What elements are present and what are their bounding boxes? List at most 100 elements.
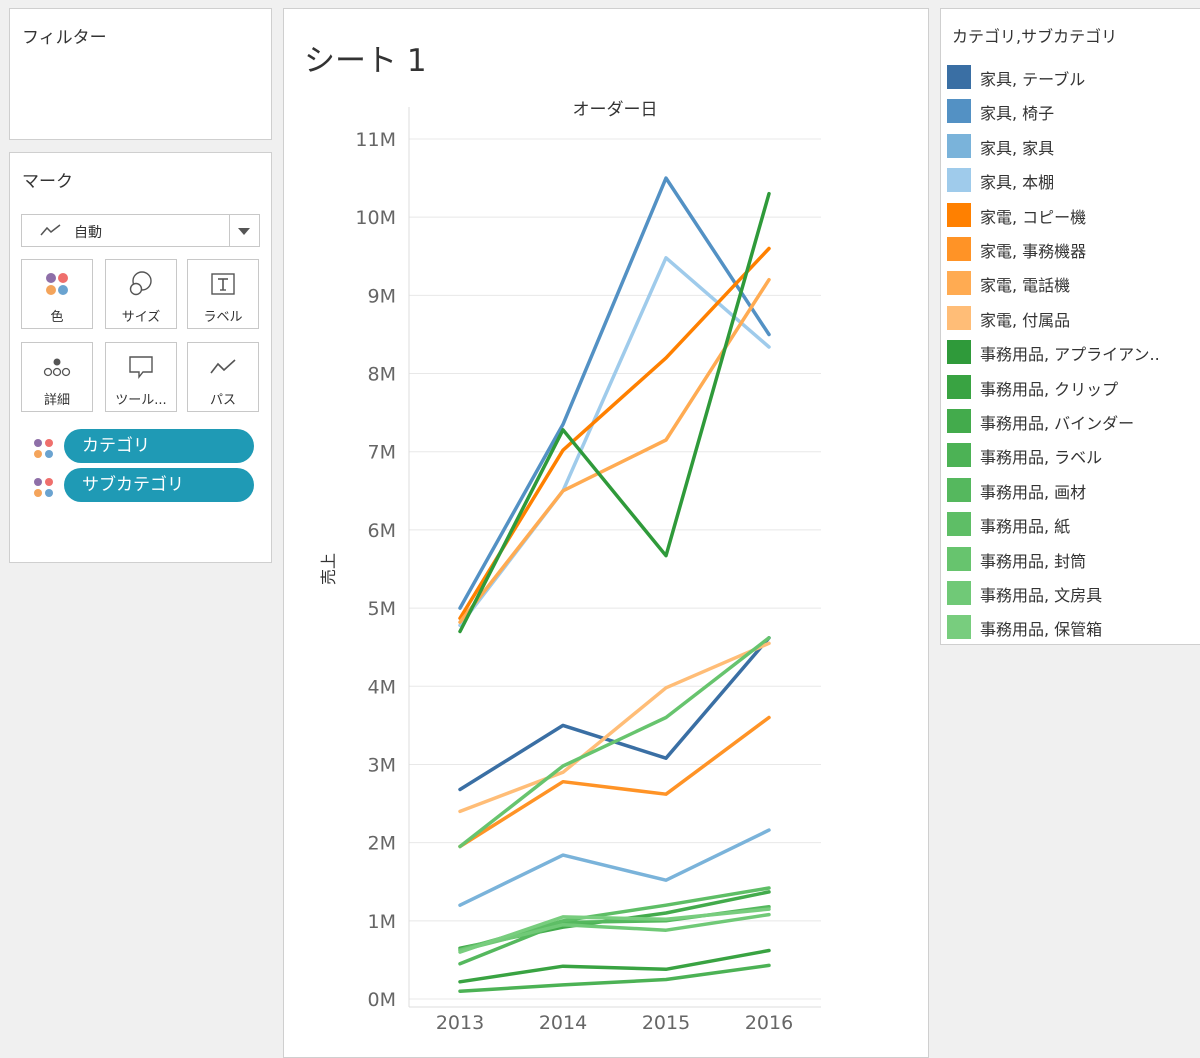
legend-label: 家電, 事務機器 (980, 242, 1087, 261)
legend-item[interactable]: 家電, 事務機器 (947, 234, 1200, 264)
chart-header: オーダー日 (573, 100, 658, 120)
category-pill[interactable]: カテゴリ (64, 429, 254, 463)
y-tick-label: 11M (355, 129, 396, 151)
legend-item[interactable]: 事務用品, 封筒 (947, 544, 1200, 574)
legend-swatch (947, 168, 971, 193)
legend-item[interactable]: 事務用品, クリップ (947, 372, 1200, 402)
legend-swatch (947, 202, 971, 227)
legend-swatch (947, 65, 971, 89)
mark-type-label: 自動 (74, 225, 102, 241)
legend-swatch (947, 546, 971, 571)
y-tick-label: 7M (368, 442, 396, 464)
legend-item[interactable]: 事務用品, アプライアン.. (947, 337, 1200, 367)
filters-title: フィルター (22, 28, 107, 48)
series-line (458, 715, 771, 849)
series-line (458, 256, 771, 628)
color-label: 色 (50, 310, 64, 325)
size-button[interactable]: サイズ (105, 259, 177, 329)
legend-item[interactable]: 家具, テーブル (947, 62, 1200, 92)
legend-item[interactable]: 事務用品, 紙 (947, 509, 1200, 539)
legend-panel: カテゴリ,サブカテゴリ 家具, テーブル 家具, 椅子 家具, 家具 家具, 本棚 家電… (940, 8, 1200, 645)
legend-item[interactable]: 事務用品, 画材 (947, 475, 1200, 505)
legend-swatch (947, 340, 971, 365)
marks-title: マーク (22, 172, 73, 192)
chevron-down-icon[interactable] (237, 226, 251, 236)
x-tick-label: 2013 (436, 1012, 484, 1034)
label-label: ラベル (203, 310, 243, 325)
series-line (458, 641, 771, 814)
legend-label: 事務用品, バインダー (980, 414, 1135, 433)
y-tick-label: 2M (368, 833, 396, 855)
detail-icon (43, 358, 71, 377)
legend-item[interactable]: 家電, コピー機 (947, 200, 1200, 230)
legend-label: 事務用品, クリップ (980, 379, 1119, 399)
x-tick-label: 2014 (539, 1012, 587, 1034)
legend-label: 家具, 家具 (980, 138, 1055, 158)
legend-item[interactable]: 家電, 付属品 (947, 303, 1200, 333)
tooltip-button[interactable]: ツール... (105, 342, 177, 412)
legend-label: 家電, コピー機 (980, 207, 1087, 227)
legend-label: 事務用品, 画材 (980, 482, 1087, 502)
legend-swatch (947, 512, 971, 537)
series-line (458, 277, 771, 624)
series-line (458, 948, 771, 984)
y-tick-label: 3M (368, 754, 396, 776)
color-icon (34, 439, 53, 458)
legend-item[interactable]: 事務用品, バインダー (947, 406, 1200, 436)
detail-label: 詳細 (43, 393, 70, 408)
legend-swatch (947, 581, 971, 605)
y-axis-label: 売上 (319, 553, 338, 585)
legend-label: 事務用品, 封筒 (980, 551, 1087, 571)
legend-label: 事務用品, 紙 (980, 517, 1071, 537)
legend-item[interactable]: 事務用品, 文房具 (947, 578, 1200, 608)
subcategory-pill[interactable]: サブカテゴリ (64, 468, 254, 502)
size-icon (129, 271, 152, 296)
legend-label: 家電, 電話機 (980, 276, 1071, 296)
legend-swatch (947, 477, 971, 502)
color-icon (34, 478, 53, 497)
x-tick-label: 2016 (745, 1012, 793, 1034)
label-button[interactable]: ラベル (187, 259, 259, 329)
legend-swatch (947, 271, 971, 296)
legend-label: 家電, 付属品 (980, 310, 1071, 330)
legend-label: 家具, 本棚 (980, 173, 1055, 193)
detail-button[interactable]: 詳細 (21, 342, 93, 412)
y-tick-label: 1M (368, 911, 396, 933)
legend-item[interactable]: 家電, 電話機 (947, 268, 1200, 298)
legend-item[interactable]: 事務用品, 保管箱 (947, 612, 1200, 642)
filters-panel[interactable]: フィルター (9, 8, 272, 140)
series-line (458, 828, 771, 907)
color-icon (46, 273, 68, 295)
marks-panel: マーク 自動 色 サイズ ラベル 詳細 ツール... パス カテゴリ サブカテゴ… (9, 152, 272, 563)
color-button[interactable]: 色 (21, 259, 93, 329)
path-icon (210, 359, 236, 374)
legend-item[interactable]: 家具, 椅子 (947, 96, 1200, 126)
path-button[interactable]: パス (187, 342, 259, 412)
legend-swatch (947, 615, 971, 640)
y-tick-label: 4M (368, 676, 396, 698)
legend-label: 事務用品, 文房具 (980, 586, 1103, 605)
legend-swatch (947, 99, 971, 124)
legend-title: カテゴリ,サブカテゴリ (952, 27, 1118, 46)
y-tick-label: 9M (368, 285, 396, 307)
line-mark-icon (40, 224, 61, 236)
legend-swatch (947, 374, 971, 399)
size-label: サイズ (121, 310, 161, 325)
legend-swatch (947, 305, 971, 330)
line-chart[interactable]: 0M 1M 2M 3M 4M 5M 6M 7M 8M 9M 10M 11M オーダー日売上 2013 201… (284, 9, 928, 1057)
series-line (458, 636, 771, 792)
x-tick-label: 2015 (642, 1012, 690, 1034)
mark-type-dropdown[interactable]: 自動 (21, 214, 260, 247)
y-tick-label: 10M (355, 207, 396, 229)
legend-item[interactable]: 事務用品, ラベル (947, 440, 1200, 470)
tooltip-label: ツール... (115, 393, 167, 408)
legend-item[interactable]: 家具, 家具 (947, 131, 1200, 161)
legend-label: 事務用品, ラベル (980, 448, 1103, 468)
legend-swatch (947, 443, 971, 468)
legend-item[interactable]: 家具, 本棚 (947, 165, 1200, 195)
y-tick-label: 6M (368, 520, 396, 542)
label-icon (211, 273, 235, 295)
y-tick-label: 0M (368, 989, 396, 1011)
legend-swatch (947, 133, 971, 158)
legend-label: 家具, テーブル (980, 70, 1086, 89)
